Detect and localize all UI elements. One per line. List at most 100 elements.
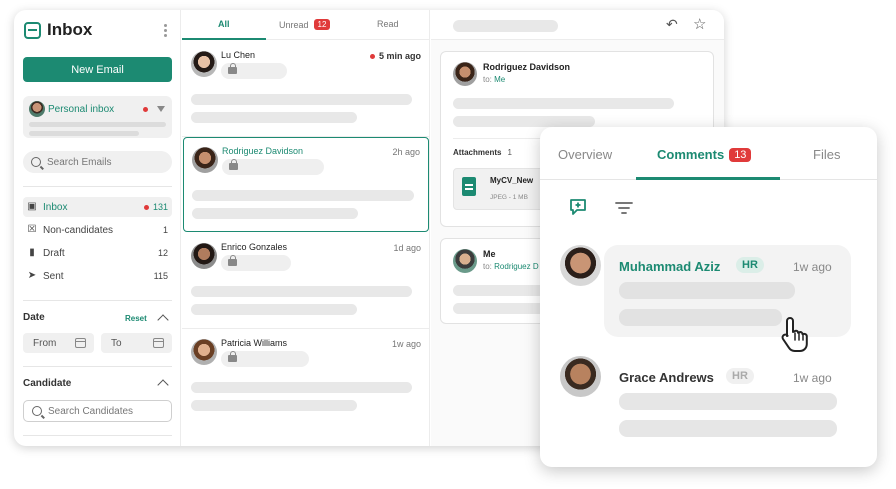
recipient-line: to: Rodriguez D <box>483 262 539 271</box>
recipient-prefix: to: <box>483 262 492 271</box>
list-item[interactable]: Lu Chen 5 min ago <box>182 41 430 137</box>
tag-pill <box>221 63 287 79</box>
sidebar-item-count: 1 <box>162 225 168 235</box>
search-candidates-input[interactable]: Search Candidates <box>23 400 172 422</box>
sidebar-item-non-candidates[interactable]: ☒ Non-candidates 1 <box>23 220 172 240</box>
avatar <box>29 101 45 117</box>
avatar <box>191 51 217 77</box>
sender-name: Lu Chen <box>221 50 256 60</box>
kebab-icon[interactable] <box>164 24 168 37</box>
attachments-count: 1 <box>507 148 512 157</box>
new-email-button[interactable]: New Email <box>23 57 172 82</box>
tag-pill <box>221 255 291 271</box>
tab-files[interactable]: Files <box>813 147 840 162</box>
avatar <box>560 245 601 286</box>
tab-label: Comments <box>657 147 725 162</box>
sidebar-item-label: Sent <box>43 270 64 282</box>
lock-icon <box>228 255 237 266</box>
tab-label: Unread <box>279 19 309 30</box>
timestamp: 1w ago <box>391 339 421 349</box>
file-icon <box>462 177 476 196</box>
calendar-icon <box>75 338 86 348</box>
unread-dot <box>143 204 149 210</box>
sender-name: Patricia Williams <box>221 338 288 348</box>
filter-icon[interactable] <box>615 200 633 216</box>
date-section-title: Date <box>23 312 45 323</box>
hand-cursor-icon <box>781 317 808 352</box>
tab-overview[interactable]: Overview <box>558 147 612 162</box>
search-icon <box>31 157 41 167</box>
search-candidates-placeholder: Search Candidates <box>48 405 134 417</box>
sidebar-item-sent[interactable]: ➤ Sent 115 <box>23 266 172 286</box>
sidebar-item-draft[interactable]: ▮ Draft 12 <box>23 243 172 263</box>
draft-icon: ▮ <box>29 247 35 258</box>
search-placeholder: Search Emails <box>47 156 112 168</box>
recipient-name: Me <box>494 75 506 84</box>
recipient-line: to: Me <box>483 75 505 84</box>
file-name: MyCV_New <box>490 176 534 185</box>
avatar <box>453 249 477 273</box>
tag-pill <box>222 159 324 175</box>
search-input[interactable]: Search Emails <box>23 151 172 173</box>
date-to-label: To <box>111 337 122 349</box>
sidebar-item-inbox[interactable]: ▣ Inbox 131 <box>23 197 172 217</box>
sidebar-item-count: 115 <box>153 271 168 281</box>
file-meta: JPEG - 1 MB <box>490 194 528 201</box>
chevron-up-icon[interactable] <box>157 379 169 391</box>
lock-icon <box>228 351 237 362</box>
tab-all[interactable]: All <box>218 19 230 29</box>
comment-time: 1w ago <box>793 371 832 385</box>
tab-comments[interactable]: Comments 13 <box>657 147 752 162</box>
attachments-label: Attachments 1 <box>453 148 512 157</box>
unread-badge: 12 <box>313 19 331 30</box>
commenter-name: Muhammad Aziz <box>619 259 721 274</box>
chevron-up-icon[interactable] <box>157 314 169 326</box>
timestamp: 5 min ago <box>369 51 421 61</box>
tab-read[interactable]: Read <box>377 19 399 29</box>
timestamp: 2h ago <box>392 147 420 157</box>
tab-unread[interactable]: Unread 12 <box>279 19 331 30</box>
undo-icon[interactable]: ↶ <box>666 16 678 33</box>
date-reset-link[interactable]: Reset <box>125 314 147 323</box>
lock-icon <box>228 63 237 74</box>
calendar-icon <box>153 338 164 348</box>
sidebar-item-label: Inbox <box>43 201 68 213</box>
pane-toolbar: ↶ ☆ <box>431 10 724 40</box>
timestamp-text: 5 min ago <box>378 51 421 61</box>
list-item[interactable]: Enrico Gonzales 1d ago <box>182 233 430 329</box>
date-to-field[interactable]: To <box>101 333 172 353</box>
chevron-down-icon[interactable] <box>157 106 165 112</box>
unread-dot <box>143 107 148 112</box>
comments-panel: Overview Comments 13 Files Muhammad Aziz… <box>540 127 877 467</box>
add-comment-icon[interactable] <box>568 197 588 217</box>
sender-name: Rodriguez Davidson <box>222 146 304 156</box>
sender-name: Me <box>483 249 496 259</box>
timestamp: 1d ago <box>393 243 421 253</box>
list-item[interactable]: Patricia Williams 1w ago <box>182 329 430 425</box>
avatar <box>560 356 601 397</box>
recipient-prefix: to: <box>483 75 492 84</box>
sender-name: Enrico Gonzales <box>221 242 288 252</box>
star-icon[interactable]: ☆ <box>693 15 706 33</box>
inbox-logo-icon <box>24 21 41 39</box>
comment-time: 1w ago <box>793 260 832 274</box>
sidebar-item-count: 131 <box>152 202 168 212</box>
inbox-icon: ▣ <box>27 201 37 212</box>
avatar <box>191 339 217 365</box>
personal-inbox-selector[interactable]: Personal inbox <box>23 96 172 138</box>
unread-dot <box>369 53 375 59</box>
attachments-title: Attachments <box>453 148 502 157</box>
date-from-field[interactable]: From <box>23 333 94 353</box>
list-tabs: All Unread 12 Read <box>182 10 430 40</box>
list-item[interactable]: Rodriguez Davidson 2h ago <box>183 137 429 232</box>
sidebar-item-count: 12 <box>157 248 168 258</box>
personal-inbox-label: Personal inbox <box>48 104 115 115</box>
sidebar-item-label: Non-candidates <box>43 224 114 236</box>
attachment-file[interactable]: MyCV_New JPEG - 1 MB <box>453 168 549 210</box>
avatar <box>192 147 218 173</box>
app-title: Inbox <box>47 20 93 39</box>
recipient-name: Rodriguez D <box>494 262 539 271</box>
email-list: All Unread 12 Read Lu Chen 5 min ago Rod… <box>182 10 430 446</box>
sender-name: Rodriguez Davidson <box>483 62 571 72</box>
avatar <box>453 62 477 86</box>
